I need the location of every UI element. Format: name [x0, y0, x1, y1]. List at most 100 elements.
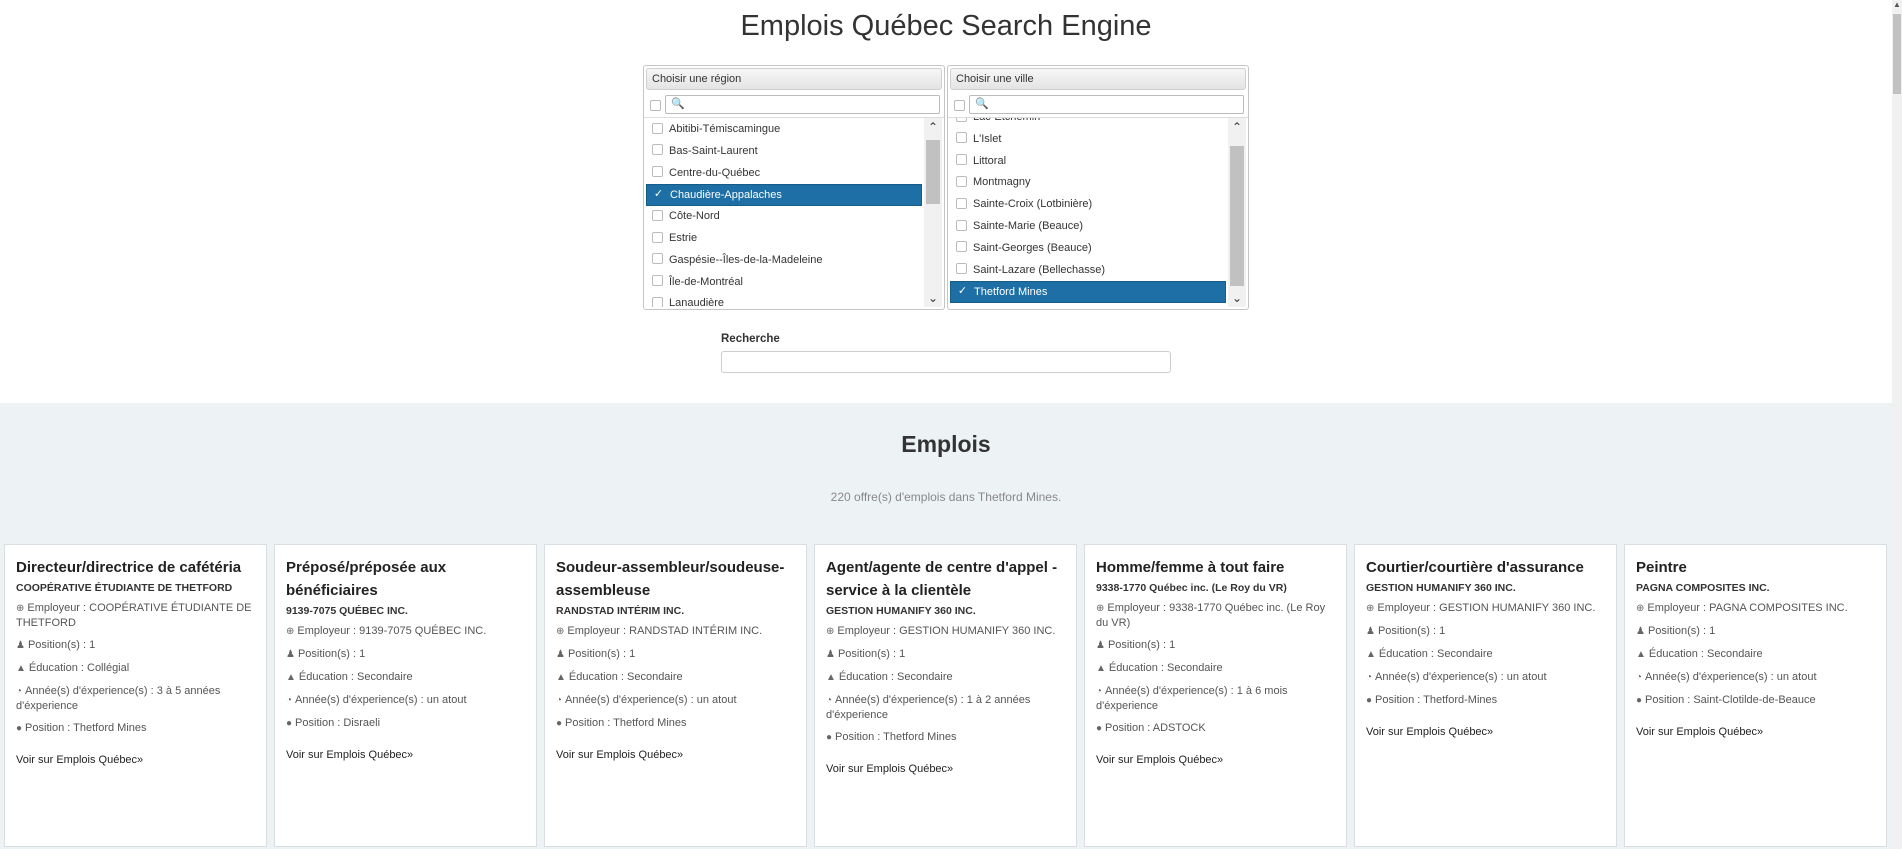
view-on-emplois-quebec-link[interactable]: Voir sur Emplois Québec» [286, 749, 525, 761]
job-positions-text: Position(s) : 1 [1377, 625, 1446, 637]
job-employer: ⊕ Employeur : RANDSTAD INTÉRIM INC. [556, 624, 795, 639]
option-checkbox[interactable] [956, 263, 967, 275]
city-filter-input[interactable] [969, 95, 1244, 114]
option-checkbox[interactable] [652, 231, 663, 243]
search-input[interactable] [721, 351, 1171, 373]
option-checkbox[interactable] [956, 197, 967, 209]
job-education: ▲ Éducation : Secondaire [1096, 661, 1335, 676]
city-option[interactable]: L'Islet [950, 129, 1226, 151]
city-option[interactable]: Montmagny [950, 172, 1226, 194]
job-education: ▲ Éducation : Collégial [16, 661, 255, 676]
chevron-up-icon[interactable]: ⌃ [924, 118, 942, 136]
job-positions-text: Position(s) : 1 [837, 648, 906, 660]
experience-icon: ◔ [1366, 672, 1373, 683]
option-checkbox[interactable] [956, 241, 967, 253]
option-checkbox[interactable] [652, 122, 663, 134]
chevron-down-icon[interactable]: ⌄ [924, 289, 942, 307]
option-checkbox[interactable] [956, 154, 967, 166]
location-icon: ● [1366, 695, 1373, 706]
option-checkbox[interactable] [652, 144, 663, 156]
experience-icon: ◔ [286, 695, 293, 706]
region-multiselect[interactable]: Choisir une région 🔍 Abitibi-Témiscaming… [643, 65, 945, 310]
employer-icon: ⊕ [1636, 603, 1645, 614]
chevron-down-icon[interactable]: ⌄ [1228, 289, 1246, 307]
region-select-header[interactable]: Choisir une région [646, 68, 942, 90]
region-option[interactable]: Centre-du-Québec [646, 163, 922, 185]
education-icon: ▲ [556, 672, 566, 683]
region-scrollbar[interactable]: ⌃ ⌄ [924, 118, 942, 307]
option-checkbox[interactable] [652, 275, 663, 287]
job-positions: ♟ Position(s) : 1 [1636, 624, 1875, 639]
region-option[interactable]: ✓ Chaudière-Appalaches [646, 184, 922, 207]
employer-icon: ⊕ [16, 603, 25, 614]
job-experience: ◔ Année(s) d'éxperience(s) : un atout [556, 693, 795, 708]
region-option[interactable]: Côte-Nord [646, 206, 922, 228]
education-icon: ▲ [1366, 649, 1376, 660]
region-option[interactable]: Lanaudière [646, 293, 922, 307]
option-checkbox[interactable] [956, 118, 967, 122]
job-employer-text: Employeur : 9338-1770 Québec inc. (Le Ro… [1096, 602, 1326, 629]
option-checkbox[interactable] [652, 166, 663, 178]
city-option[interactable]: Littoral [950, 151, 1226, 173]
option-checkbox[interactable] [956, 219, 967, 231]
city-option[interactable]: Sainte-Croix (Lotbinière) [950, 194, 1226, 216]
region-filter-input[interactable] [665, 95, 940, 114]
city-list: Lac-Etchemin L'Islet Littoral Montmagny Sain… [950, 118, 1226, 307]
city-option-label: Sainte-Marie (Beauce) [973, 219, 1084, 232]
city-option[interactable]: Saint-Georges (Beauce) [950, 238, 1226, 260]
view-on-emplois-quebec-link[interactable]: Voir sur Emplois Québec» [16, 754, 255, 766]
region-option[interactable]: Estrie [646, 228, 922, 250]
job-location-text: Position : Saint-Clotilde-de-Beauce [1645, 694, 1816, 706]
job-employer: ⊕ Employeur : 9139-7075 QUÉBEC INC. [286, 624, 525, 639]
city-multiselect[interactable]: Choisir une ville 🔍 Lac-EtcheminL'IsletL… [947, 65, 1249, 310]
city-option[interactable]: Sainte-Marie (Beauce) [950, 216, 1226, 238]
region-select-all-checkbox[interactable] [650, 100, 661, 111]
city-select-header[interactable]: Choisir une ville [950, 68, 1246, 90]
job-title: Courtier/courtière d'assurance [1366, 559, 1584, 576]
option-checkbox[interactable] [652, 253, 663, 265]
job-title: Peintre [1636, 559, 1687, 576]
chevron-up-icon[interactable]: ▲ [1892, 0, 1902, 12]
chevron-up-icon[interactable]: ⌃ [1228, 118, 1246, 136]
view-on-emplois-quebec-link[interactable]: Voir sur Emplois Québec» [826, 763, 1065, 775]
option-checkbox[interactable] [956, 132, 967, 144]
region-option[interactable]: Gaspésie--Îles-de-la-Madeleine [646, 250, 922, 272]
section-title: Emplois [901, 431, 991, 457]
checkmark-icon[interactable]: ✓ [957, 285, 968, 297]
job-location: ● Position : Thetford Mines [826, 730, 1065, 745]
job-employer: ⊕ Employeur : PAGNA COMPOSITES INC. [1636, 601, 1875, 616]
view-on-emplois-quebec-link[interactable]: Voir sur Emplois Québec» [1096, 754, 1335, 766]
option-checkbox[interactable] [652, 209, 663, 221]
city-option[interactable]: Lac-Etchemin [950, 118, 1226, 129]
job-location: ● Position : ADSTOCK [1096, 721, 1335, 736]
job-card: Homme/femme à tout faire 9338-1770 Québec… [1084, 544, 1347, 847]
city-scrollbar[interactable]: ⌃ ⌄ [1228, 118, 1246, 307]
location-icon: ● [826, 732, 833, 743]
view-on-emplois-quebec-link[interactable]: Voir sur Emplois Québec» [1636, 726, 1875, 738]
view-on-emplois-quebec-link[interactable]: Voir sur Emplois Québec» [1366, 726, 1605, 738]
job-education: ▲ Éducation : Secondaire [1366, 647, 1605, 662]
city-option[interactable]: Saint-Lazare (Bellechasse) [950, 260, 1226, 282]
job-card: Courtier/courtière d'assurance GESTION HU… [1354, 544, 1617, 847]
option-checkbox[interactable] [652, 296, 663, 307]
job-title: Préposé/préposée aux bénéficiaires [286, 559, 447, 599]
region-option[interactable]: Abitibi-Témiscamingue [646, 119, 922, 141]
job-education: ▲ Éducation : Secondaire [556, 670, 795, 685]
page-scroll-thumb[interactable] [1893, 14, 1901, 94]
city-option[interactable]: ✓ Thetford Mines [950, 281, 1226, 304]
education-icon: ▲ [1096, 663, 1106, 674]
checkmark-icon[interactable]: ✓ [653, 188, 664, 200]
city-scroll-thumb[interactable] [1230, 146, 1244, 286]
job-company: GESTION HUMANIFY 360 INC. [1366, 582, 1516, 594]
view-on-emplois-quebec-link[interactable]: Voir sur Emplois Québec» [556, 749, 795, 761]
positions-icon: ♟ [1366, 626, 1375, 637]
location-icon: ● [286, 718, 293, 729]
region-option[interactable]: Bas-Saint-Laurent [646, 141, 922, 163]
region-option[interactable]: Île-de-Montréal [646, 272, 922, 294]
region-option-label: Lanaudière [669, 297, 725, 307]
job-experience-text: Année(s) d'éxperience(s) : un atout [1375, 671, 1547, 683]
region-scroll-thumb[interactable] [926, 140, 940, 204]
city-select-all-checkbox[interactable] [954, 100, 965, 111]
option-checkbox[interactable] [956, 175, 967, 187]
page-scrollbar[interactable]: ▲ [1892, 0, 1902, 849]
